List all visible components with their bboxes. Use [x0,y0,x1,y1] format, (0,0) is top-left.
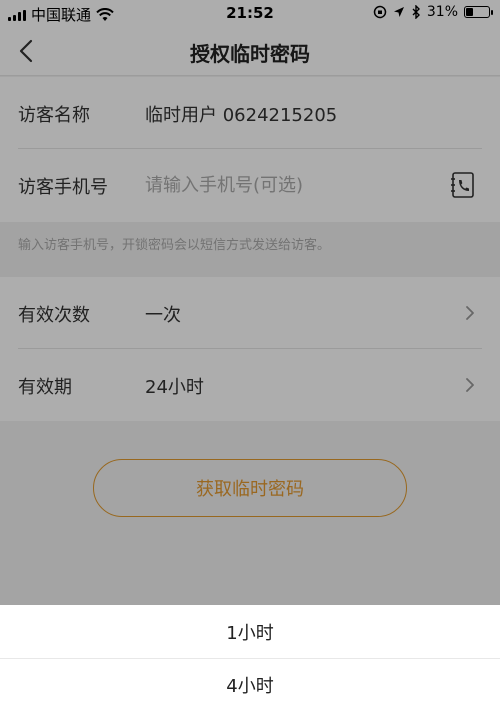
picker-option-1h[interactable]: 1小时 [0,605,500,658]
period-picker-sheet: 1小时 4小时 [0,605,500,711]
picker-option-4h[interactable]: 4小时 [0,658,500,711]
